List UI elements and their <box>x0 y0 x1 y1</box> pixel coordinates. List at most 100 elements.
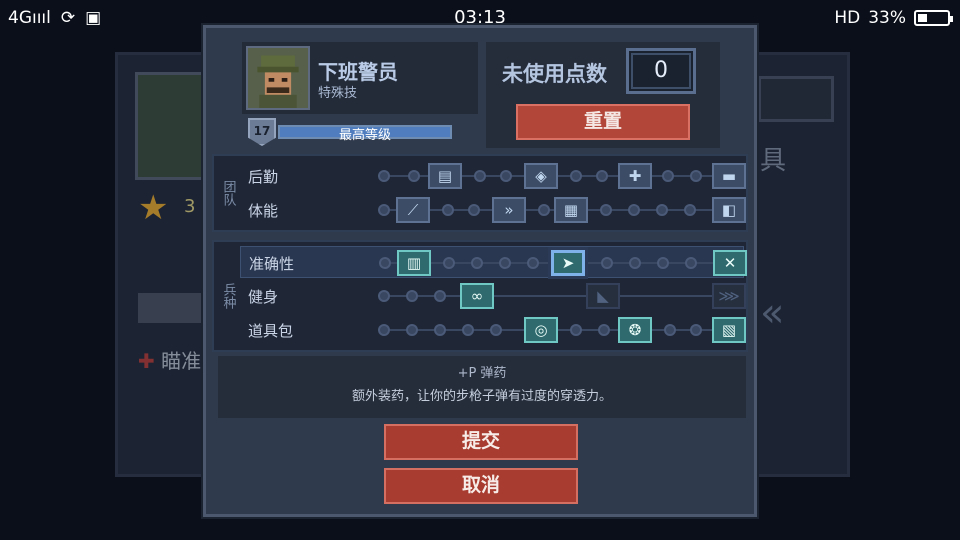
skill-dot[interactable] <box>570 324 582 336</box>
crate-icon[interactable]: ▦ <box>554 197 588 223</box>
skill-dot[interactable] <box>499 257 511 269</box>
crosshair-icon[interactable]: ✕ <box>713 250 747 276</box>
skill-dot[interactable] <box>462 324 474 336</box>
hd-indicator: HD <box>834 8 861 28</box>
row-label: 体能 <box>248 202 279 220</box>
skill-track: ▤ ◈ ✚ ▬ <box>378 163 746 189</box>
skill-title: +P 弹药 <box>457 366 507 381</box>
skill-dot[interactable] <box>500 170 512 182</box>
skill-track: ▥ ➤ ✕ <box>379 250 747 276</box>
battery-icon <box>914 10 953 26</box>
level-label: 最高等级 <box>338 128 391 143</box>
skill-row-accuracy: 准确性 ▥ ➤ ✕ <box>240 246 747 278</box>
skill-track: ∞ ◣ ⋙ <box>378 283 746 309</box>
background-label: 具 <box>760 146 787 176</box>
row-label: 后勤 <box>248 168 279 186</box>
skill-dot[interactable] <box>656 204 668 216</box>
background-soldier-avatar <box>135 72 207 180</box>
skill-row-fitness: 体能 ⟋ » ▦ ◧ <box>240 194 746 226</box>
knife-icon[interactable]: ⟋ <box>396 197 430 223</box>
unused-points-value: 0 <box>626 48 696 94</box>
battery-percent: 33% <box>868 8 906 28</box>
hero-class: 特殊技 <box>318 86 358 101</box>
skill-dot[interactable] <box>538 204 550 216</box>
star-icon: ★ <box>138 188 169 228</box>
skill-dot[interactable] <box>629 257 641 269</box>
submit-button[interactable]: 提交 <box>384 424 578 460</box>
skill-dot[interactable] <box>685 257 697 269</box>
skill-dot[interactable] <box>468 204 480 216</box>
wing-icon[interactable]: ⋙ <box>712 283 746 309</box>
skill-tree-dialog: 下班警员 特殊技 17 最高等级 未使用点数 0 重置 团队 后勤 ▤ ◈ ✚ <box>203 25 757 517</box>
soldier-avatar-icon <box>248 48 308 108</box>
sprint-icon[interactable]: » <box>492 197 526 223</box>
skill-dot[interactable] <box>474 170 486 182</box>
level-progress-bar: 最高等级 <box>278 125 452 143</box>
supply-icon[interactable]: ▤ <box>428 163 462 189</box>
skill-track: ◎ ❂ ▧ <box>378 317 746 343</box>
rifle-icon <box>138 293 202 323</box>
unused-points-label: 未使用点数 <box>502 62 607 86</box>
skill-dot[interactable] <box>657 257 669 269</box>
skill-dot[interactable] <box>662 170 674 182</box>
row-label: 道具包 <box>248 322 294 340</box>
x-mark-icon: ✚ <box>138 349 155 373</box>
skill-dot[interactable] <box>378 204 390 216</box>
skill-dot[interactable] <box>628 204 640 216</box>
skill-dot[interactable] <box>379 257 391 269</box>
skill-dot[interactable] <box>408 170 420 182</box>
hero-card: 下班警员 特殊技 <box>242 42 478 114</box>
team-section-label: 团队 <box>220 180 236 206</box>
armor-icon[interactable]: ◧ <box>712 197 746 223</box>
skill-description: 额外装药，让你的步枪子弹有过度的穿透力。 <box>351 389 612 404</box>
reset-button[interactable]: 重置 <box>516 104 690 140</box>
vest-icon[interactable]: ▥ <box>397 250 431 276</box>
grenade-icon[interactable]: ❂ <box>618 317 652 343</box>
chain-icon[interactable]: ∞ <box>460 283 494 309</box>
background-aim-label: ✚ 瞄准 <box>138 349 202 373</box>
background-star-count: 3 <box>184 196 196 217</box>
skill-dot[interactable] <box>570 170 582 182</box>
row-label: 健身 <box>248 288 279 306</box>
skill-dot[interactable] <box>406 324 418 336</box>
skill-dot[interactable] <box>664 324 676 336</box>
points-panel: 未使用点数 0 重置 <box>486 42 720 148</box>
mortar-icon[interactable]: ◣ <box>586 283 620 309</box>
hero-name: 下班警员 <box>318 60 398 84</box>
skill-dot[interactable] <box>471 257 483 269</box>
class-section-label: 兵种 <box>220 283 236 309</box>
skill-dot[interactable] <box>406 290 418 302</box>
chevron-left-icon: « <box>760 290 785 336</box>
skill-row-logistics: 后勤 ▤ ◈ ✚ ▬ <box>240 160 746 192</box>
row-label: 准确性 <box>249 255 295 273</box>
skill-dot[interactable] <box>442 204 454 216</box>
bullet-icon[interactable]: ➤ <box>551 250 585 276</box>
skill-dot[interactable] <box>378 324 390 336</box>
medkit-icon[interactable]: ✚ <box>618 163 652 189</box>
skill-dot[interactable] <box>434 290 446 302</box>
skill-dot[interactable] <box>684 204 696 216</box>
ammo-box-icon[interactable]: ▧ <box>712 317 746 343</box>
bed-icon[interactable]: ▬ <box>712 163 746 189</box>
skill-dot[interactable] <box>443 257 455 269</box>
skill-dot[interactable] <box>378 290 390 302</box>
skill-dot[interactable] <box>434 324 446 336</box>
skill-dot[interactable] <box>527 257 539 269</box>
skill-dot[interactable] <box>690 324 702 336</box>
background-box <box>758 76 834 122</box>
skill-dot[interactable] <box>378 170 390 182</box>
cancel-button[interactable]: 取消 <box>384 468 578 504</box>
skill-dot[interactable] <box>690 170 702 182</box>
skill-row-fitness-class: 健身 ∞ ◣ ⋙ <box>240 280 746 312</box>
skill-description-panel: +P 弹药 额外装药，让你的步枪子弹有过度的穿透力。 <box>218 356 746 418</box>
skill-dot[interactable] <box>601 257 613 269</box>
shield-plus-icon[interactable]: ◈ <box>524 163 558 189</box>
skill-track: ⟋ » ▦ ◧ <box>378 197 746 223</box>
skill-dot[interactable] <box>596 170 608 182</box>
skill-dot[interactable] <box>598 324 610 336</box>
class-skills-section: 兵种 准确性 ▥ ➤ ✕ 健身 ∞ ◣ ⋙ 道具包 ◎ ❂ ▧ <box>212 240 748 352</box>
soldier-portrait <box>246 46 310 110</box>
scope-icon[interactable]: ◎ <box>524 317 558 343</box>
skill-dot[interactable] <box>600 204 612 216</box>
skill-dot[interactable] <box>490 324 502 336</box>
